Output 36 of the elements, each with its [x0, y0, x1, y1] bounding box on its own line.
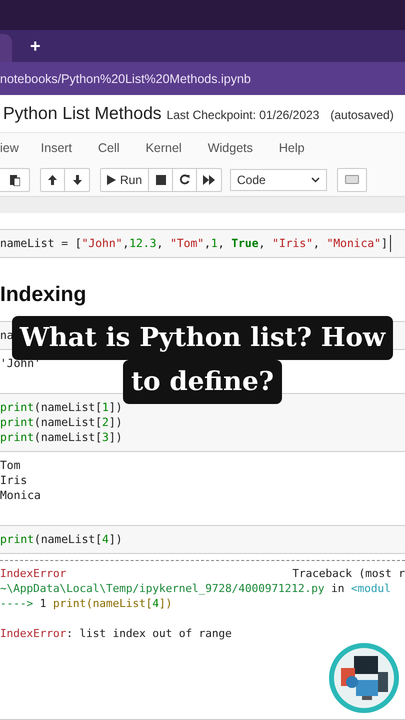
fast-forward-icon: [203, 174, 216, 184]
traceback-line: ~\AppData\Local\Temp/ipykernel_9728/4000971212.py in <modul: [0, 581, 392, 596]
devices-logo-icon: [328, 642, 400, 714]
code-line[interactable]: print(nameList[2]): [0, 415, 122, 430]
menu-item[interactable]: iew: [0, 141, 19, 155]
output-line: Iris: [0, 473, 28, 488]
menu-item[interactable]: Help: [278, 141, 305, 155]
output-line: Monica: [0, 488, 42, 503]
keyboard-icon: [345, 175, 360, 184]
notebook-title[interactable]: Python List Methods: [3, 103, 162, 124]
arrow-up-icon: [47, 174, 58, 186]
menu-item[interactable]: Widgets: [208, 141, 253, 155]
section-heading: Indexing: [0, 283, 88, 307]
menu-item[interactable]: Kernel: [146, 141, 182, 155]
output-line: Tom: [0, 458, 22, 473]
menu-item[interactable]: Insert: [40, 141, 72, 155]
code-line[interactable]: print(nameList[3]): [0, 430, 122, 445]
stop-icon: [156, 174, 166, 184]
checkpoint-text: Last Checkpoint: 01/26/2023: [166, 108, 320, 122]
new-tab-button[interactable]: +: [30, 37, 41, 55]
error-name: IndexError: [0, 566, 66, 581]
video-caption: What is Python list? How: [12, 316, 394, 360]
cell-type-select[interactable]: Code: [230, 168, 328, 190]
error-message: IndexError: list index out of range: [0, 626, 233, 641]
autosave-status: (autosaved): [330, 108, 394, 122]
restart-icon: [179, 174, 190, 185]
traceback-line: ----> 1 print(nameList[4]): [0, 596, 174, 611]
caret-icon: [311, 176, 320, 182]
paste-icon: [8, 174, 20, 186]
play-icon: [107, 174, 116, 184]
arrow-down-icon: [72, 174, 82, 186]
video-caption: to define?: [123, 360, 282, 404]
code-line[interactable]: print(nameList[4]): [0, 532, 122, 547]
menu-item[interactable]: Cell: [98, 141, 120, 155]
code-line[interactable]: print(nameList[1]): [0, 400, 122, 415]
traceback-header: Traceback (most r: [292, 566, 405, 581]
